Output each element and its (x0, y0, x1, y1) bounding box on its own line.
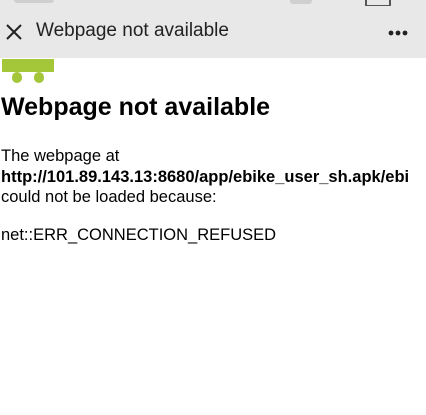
status-bar-time (14, 0, 54, 3)
android-robot-icon (2, 59, 54, 83)
overflow-menu-button[interactable] (382, 18, 414, 46)
page-title: Webpage not available (36, 20, 229, 41)
error-page: Webpage not available The webpage at htt… (1, 90, 426, 245)
reason-text: could not be loaded because: (1, 188, 217, 206)
error-description: The webpage at http://101.89.143.13:8680… (1, 146, 426, 208)
intro-text: The webpage at (1, 147, 120, 165)
failed-url: http://101.89.143.13:8680/app/ebike_user… (1, 167, 410, 186)
more-options-icon (388, 30, 408, 36)
close-button[interactable] (2, 18, 28, 44)
close-icon (6, 24, 22, 40)
error-code: net::ERR_CONNECTION_REFUSED (1, 225, 277, 244)
status-bar-icons (290, 0, 312, 4)
browser-toolbar: Webpage not available (0, 6, 426, 58)
error-heading: Webpage not available (1, 93, 271, 121)
